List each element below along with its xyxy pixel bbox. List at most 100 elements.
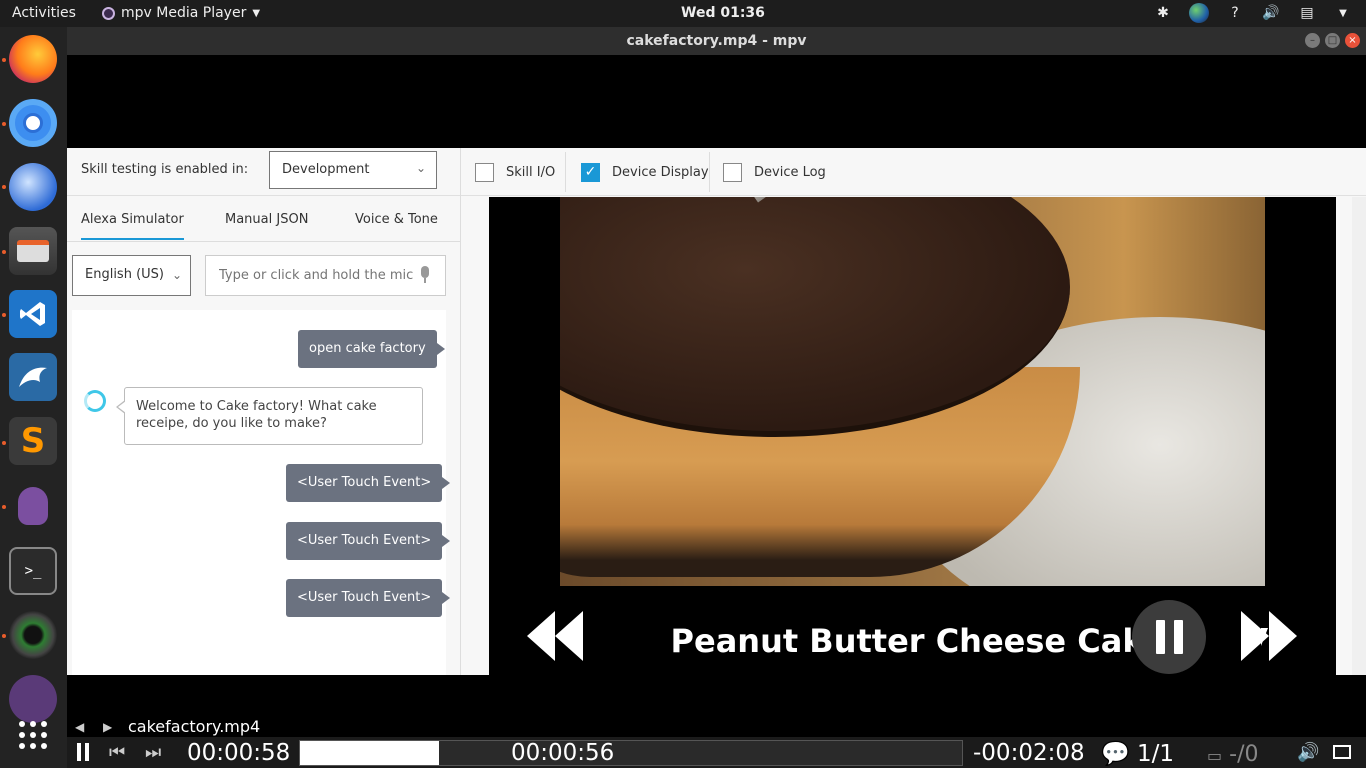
vscode-icon[interactable]: [9, 290, 57, 338]
chromium-icon[interactable]: [9, 99, 57, 147]
alexa-ring-icon: [84, 390, 106, 412]
volume-icon[interactable]: 🔊: [1260, 3, 1282, 23]
tab-manual-json[interactable]: Manual JSON: [225, 212, 308, 227]
clock[interactable]: Wed 01:36: [681, 5, 765, 21]
microphone-icon[interactable]: [420, 266, 430, 284]
language-dropdown[interactable]: English (US) ⌄: [72, 255, 191, 296]
speech-bubble-icon: 💬: [1101, 741, 1130, 767]
device-display-screen[interactable]: Peanut Butter Cheese Cake: [489, 197, 1336, 675]
cache-time: 00:00:56: [511, 740, 615, 766]
pause-button[interactable]: [1132, 600, 1206, 674]
fullscreen-icon[interactable]: [1333, 745, 1351, 759]
subtitle-icon: ▭: [1207, 746, 1223, 765]
subtitle-indicator[interactable]: ▭ -/0: [1207, 742, 1258, 767]
running-indicator: [2, 250, 6, 254]
osc-controls-bar: ⏮ ⏭ 00:00:58 00:00:56 -00:02:08 💬 1/1 ▭ …: [67, 737, 1366, 768]
osc-filename: cakefactory.mp4: [128, 717, 261, 736]
activities-button[interactable]: Activities: [12, 5, 76, 21]
terminal-icon[interactable]: >_: [9, 547, 57, 595]
show-apps-icon[interactable]: [9, 711, 57, 759]
chevron-down-icon: ⌄: [171, 268, 182, 282]
user-touch-event-bubble: <User Touch Event>: [286, 579, 451, 617]
device-display-option[interactable]: ✓ Device Display: [581, 148, 709, 196]
tab-alexa-simulator[interactable]: Alexa Simulator: [81, 212, 184, 240]
window-titlebar[interactable]: cakefactory.mp4 - mpv – □ ×: [67, 27, 1366, 55]
panel-divider: [460, 148, 461, 675]
stage-dropdown[interactable]: Development ⌄: [269, 151, 437, 189]
app-menu[interactable]: mpv Media Player ▼: [102, 5, 260, 21]
device-log-option[interactable]: Device Log: [723, 148, 826, 196]
mpv-app-icon: [102, 6, 115, 20]
chat-transcript: open cake factory Welcome to Cake factor…: [72, 310, 451, 675]
user-touch-event-bubble: <User Touch Event>: [286, 464, 451, 502]
mouse-cursor-icon: [1261, 628, 1275, 646]
skill-io-option[interactable]: Skill I/O: [475, 148, 555, 196]
minimize-button[interactable]: –: [1305, 33, 1320, 48]
option-separator: [709, 152, 710, 192]
cake-image: [560, 197, 1265, 586]
tab-voice-and-tone[interactable]: Voice & Tone: [355, 212, 438, 227]
skip-back-icon[interactable]: ⏮: [109, 742, 125, 763]
pidgin-icon[interactable]: [9, 482, 57, 530]
system-tray: ✱ ? 🔊 ▤ ▼: [1152, 3, 1354, 23]
user-touch-event-bubble: <User Touch Event>: [286, 522, 451, 560]
user-utterance-bubble: open cake factory: [298, 330, 445, 368]
running-indicator: [2, 634, 6, 638]
skill-io-checkbox[interactable]: [475, 162, 494, 182]
thunderbird-icon[interactable]: [9, 163, 57, 211]
device-display-label: Device Display: [612, 164, 709, 180]
clipboard-icon[interactable]: ▤: [1296, 3, 1318, 23]
window-title: cakefactory.mp4 - mpv: [626, 33, 807, 49]
device-log-checkbox[interactable]: [723, 162, 742, 182]
camera-icon[interactable]: [9, 611, 57, 659]
chapter-indicator[interactable]: 💬 1/1: [1101, 740, 1174, 767]
running-indicator: [2, 122, 6, 126]
running-indicator: [2, 505, 6, 509]
playlist-next-icon[interactable]: ▶: [103, 720, 112, 734]
chevron-down-icon: ⌄: [415, 161, 426, 175]
testing-stage-row: Skill testing is enabled in: Development…: [67, 148, 460, 196]
seekbar-progress: [300, 741, 440, 765]
help-icon[interactable]: ?: [1224, 3, 1246, 23]
mysql-workbench-icon[interactable]: [9, 353, 57, 401]
files-icon[interactable]: [9, 227, 57, 275]
subtitle-count: -/0: [1229, 742, 1259, 767]
stage-value: Development: [282, 162, 370, 177]
skip-forward-icon[interactable]: ⏭: [145, 742, 161, 763]
video-frame-alexa-console: Skill testing is enabled in: Development…: [67, 148, 1366, 675]
settings-gear-icon[interactable]: ✱: [1152, 3, 1174, 23]
remaining-time[interactable]: -00:02:08: [973, 740, 1085, 766]
firefox-icon[interactable]: [9, 35, 57, 83]
pause-icon[interactable]: [77, 743, 93, 761]
running-indicator: [2, 313, 6, 317]
recipe-title: Peanut Butter Cheese Cake: [670, 622, 1165, 660]
language-value: English (US): [85, 267, 164, 282]
simulator-tabs: Alexa Simulator Manual JSON Voice & Tone: [67, 196, 460, 242]
maximize-button[interactable]: □: [1325, 33, 1340, 48]
scrollbar-track[interactable]: [1352, 197, 1366, 675]
utterance-input[interactable]: [205, 255, 446, 296]
device-display-checkbox[interactable]: ✓: [581, 162, 600, 182]
running-indicator: [2, 58, 6, 62]
seekbar[interactable]: [299, 740, 963, 766]
output-options-row: Skill I/O ✓ Device Display Device Log: [461, 148, 1366, 196]
skill-io-label: Skill I/O: [506, 164, 556, 180]
mpv-osc: ◀ ▶ cakefactory.mp4 ⏮ ⏭ 00:00:58 00:00:5…: [67, 675, 1366, 768]
dock: S >_: [0, 27, 67, 768]
testing-label: Skill testing is enabled in:: [81, 162, 249, 177]
playlist-prev-icon[interactable]: ◀: [75, 720, 84, 734]
gnome-top-bar: Activities mpv Media Player ▼ Wed 01:36 …: [0, 0, 1366, 27]
color-ball-icon[interactable]: [1188, 3, 1210, 23]
volume-icon[interactable]: 🔊: [1297, 742, 1319, 763]
running-indicator: [2, 441, 6, 445]
video-viewport[interactable]: Skill testing is enabled in: Development…: [67, 55, 1366, 675]
app-menu-label: mpv Media Player: [121, 5, 247, 21]
system-menu-chevron-icon[interactable]: ▼: [1332, 3, 1354, 23]
alexa-response-bubble: Welcome to Cake factory! What cake recei…: [116, 387, 423, 445]
close-button[interactable]: ×: [1345, 33, 1360, 48]
option-separator: [565, 152, 566, 192]
sublime-text-icon[interactable]: S: [9, 417, 57, 465]
elapsed-time[interactable]: 00:00:58: [187, 740, 290, 766]
running-indicator: [2, 185, 6, 189]
chapter-count: 1/1: [1136, 741, 1174, 767]
